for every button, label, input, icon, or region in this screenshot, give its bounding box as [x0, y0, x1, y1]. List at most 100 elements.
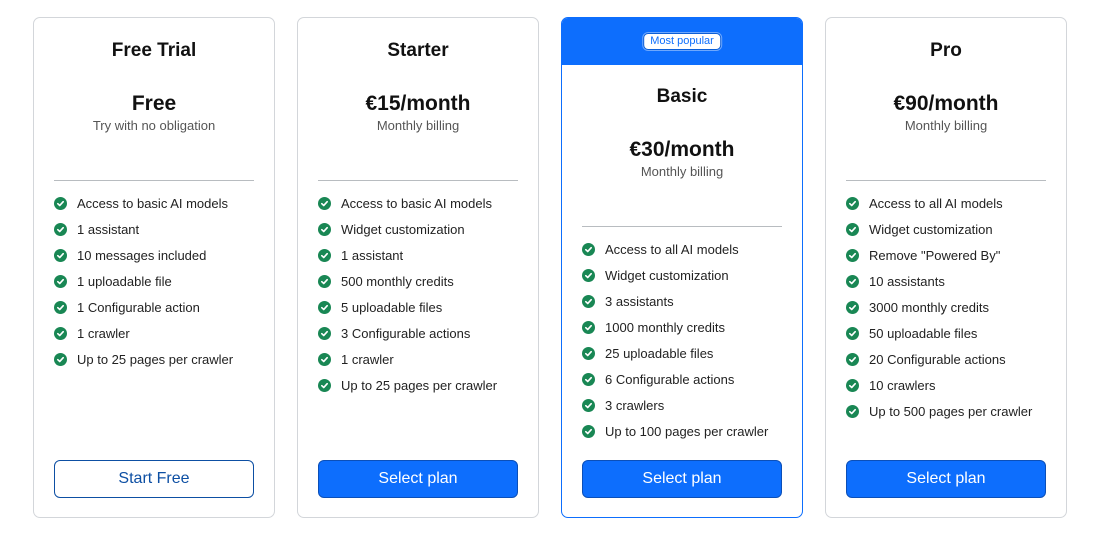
plan-name: Free Trial: [111, 40, 197, 61]
feature-list: Access to basic AI models 1 assistant 10 m…: [54, 190, 264, 372]
start-free-button[interactable]: Start Free: [54, 460, 254, 498]
feature-item: 3 crawlers: [582, 392, 792, 418]
feature-label: Widget customization: [341, 221, 465, 237]
plan-card-starter: Starter €15/month Monthly billing Access…: [297, 17, 539, 518]
divider: [582, 226, 782, 227]
plan-card-free-trial: Free Trial Free Try with no obligation A…: [33, 17, 275, 518]
check-circle-icon: [582, 424, 595, 438]
check-circle-icon: [54, 248, 67, 262]
feature-list: Access to all AI models Widget customizat…: [582, 236, 792, 444]
feature-item: Up to 500 pages per crawler: [846, 398, 1056, 424]
feature-label: Widget customization: [869, 221, 993, 237]
feature-label: Up to 25 pages per crawler: [341, 377, 498, 393]
feature-label: 10 messages included: [77, 247, 207, 263]
feature-item: Up to 25 pages per crawler: [54, 346, 264, 372]
check-circle-icon: [318, 248, 331, 262]
plan-price: €30/month: [629, 138, 735, 161]
feature-label: 1 crawler: [77, 325, 130, 341]
feature-label: 1 assistant: [341, 247, 404, 263]
plan-name: Starter: [387, 40, 449, 61]
check-circle-icon: [846, 404, 859, 418]
feature-item: 1 crawler: [318, 346, 528, 372]
feature-label: 10 assistants: [869, 273, 945, 289]
feature-item: Access to all AI models: [846, 190, 1056, 216]
feature-item: Up to 100 pages per crawler: [582, 418, 792, 444]
check-circle-icon: [318, 300, 331, 314]
feature-label: 20 Configurable actions: [869, 351, 1006, 367]
check-circle-icon: [54, 300, 67, 314]
feature-label: Up to 25 pages per crawler: [77, 351, 234, 367]
feature-label: Access to all AI models: [605, 241, 739, 257]
check-circle-icon: [318, 326, 331, 340]
feature-item: 1 uploadable file: [54, 268, 264, 294]
check-circle-icon: [582, 268, 595, 282]
feature-item: 3000 monthly credits: [846, 294, 1056, 320]
feature-list: Access to basic AI models Widget customiz…: [318, 190, 528, 398]
feature-item: 1 assistant: [54, 216, 264, 242]
plan-billing: Monthly billing: [640, 164, 724, 179]
feature-label: Access to all AI models: [869, 195, 1003, 211]
check-circle-icon: [54, 352, 67, 366]
select-plan-button-starter[interactable]: Select plan: [318, 460, 518, 498]
check-circle-icon: [846, 222, 859, 236]
feature-item: Access to basic AI models: [318, 190, 528, 216]
feature-item: 1 assistant: [318, 242, 528, 268]
check-circle-icon: [846, 326, 859, 340]
check-circle-icon: [318, 352, 331, 366]
feature-item: Access to all AI models: [582, 236, 792, 262]
check-circle-icon: [318, 196, 331, 210]
check-circle-icon: [582, 320, 595, 334]
feature-label: 10 crawlers: [869, 377, 936, 393]
select-plan-button-basic[interactable]: Select plan: [582, 460, 782, 498]
feature-label: Remove "Powered By": [869, 247, 1001, 263]
feature-item: 10 assistants: [846, 268, 1056, 294]
feature-item: 6 Configurable actions: [582, 366, 792, 392]
check-circle-icon: [582, 346, 595, 360]
feature-item: 20 Configurable actions: [846, 346, 1056, 372]
feature-label: 3 crawlers: [605, 397, 665, 413]
feature-label: 5 uploadable files: [341, 299, 443, 315]
check-circle-icon: [846, 300, 859, 314]
feature-label: 3 assistants: [605, 293, 674, 309]
feature-label: 1000 monthly credits: [605, 319, 725, 335]
check-circle-icon: [582, 242, 595, 256]
feature-label: 1 Configurable action: [77, 299, 200, 315]
feature-label: Up to 100 pages per crawler: [605, 423, 769, 439]
feature-item: 1 Configurable action: [54, 294, 264, 320]
plan-billing: Monthly billing: [376, 118, 460, 133]
divider: [318, 180, 518, 181]
check-circle-icon: [846, 248, 859, 262]
feature-label: 500 monthly credits: [341, 273, 454, 289]
feature-label: 50 uploadable files: [869, 325, 978, 341]
feature-item: 10 messages included: [54, 242, 264, 268]
check-circle-icon: [54, 326, 67, 340]
plan-billing: Try with no obligation: [92, 118, 216, 133]
feature-label: 1 uploadable file: [77, 273, 172, 289]
feature-label: Access to basic AI models: [77, 195, 229, 211]
feature-label: Up to 500 pages per crawler: [869, 403, 1033, 419]
plan-price: €15/month: [365, 92, 471, 115]
plan-price: €90/month: [893, 92, 999, 115]
feature-item: Remove "Powered By": [846, 242, 1056, 268]
feature-label: Access to basic AI models: [341, 195, 493, 211]
feature-item: 50 uploadable files: [846, 320, 1056, 346]
feature-label: 25 uploadable files: [605, 345, 714, 361]
check-circle-icon: [54, 222, 67, 236]
feature-item: Widget customization: [582, 262, 792, 288]
check-circle-icon: [846, 196, 859, 210]
feature-item: 10 crawlers: [846, 372, 1056, 398]
feature-item: Widget customization: [318, 216, 528, 242]
feature-label: 6 Configurable actions: [605, 371, 735, 387]
feature-item: 3 Configurable actions: [318, 320, 528, 346]
check-circle-icon: [318, 274, 331, 288]
feature-list: Access to all AI models Widget customizat…: [846, 190, 1056, 424]
plan-billing: Monthly billing: [904, 118, 988, 133]
feature-label: 1 crawler: [341, 351, 394, 367]
feature-item: Access to basic AI models: [54, 190, 264, 216]
feature-item: 5 uploadable files: [318, 294, 528, 320]
check-circle-icon: [582, 372, 595, 386]
feature-label: 1 assistant: [77, 221, 140, 237]
feature-item: Widget customization: [846, 216, 1056, 242]
plan-card-pro: Pro €90/month Monthly billing Access to …: [825, 17, 1067, 518]
select-plan-button-pro[interactable]: Select plan: [846, 460, 1046, 498]
